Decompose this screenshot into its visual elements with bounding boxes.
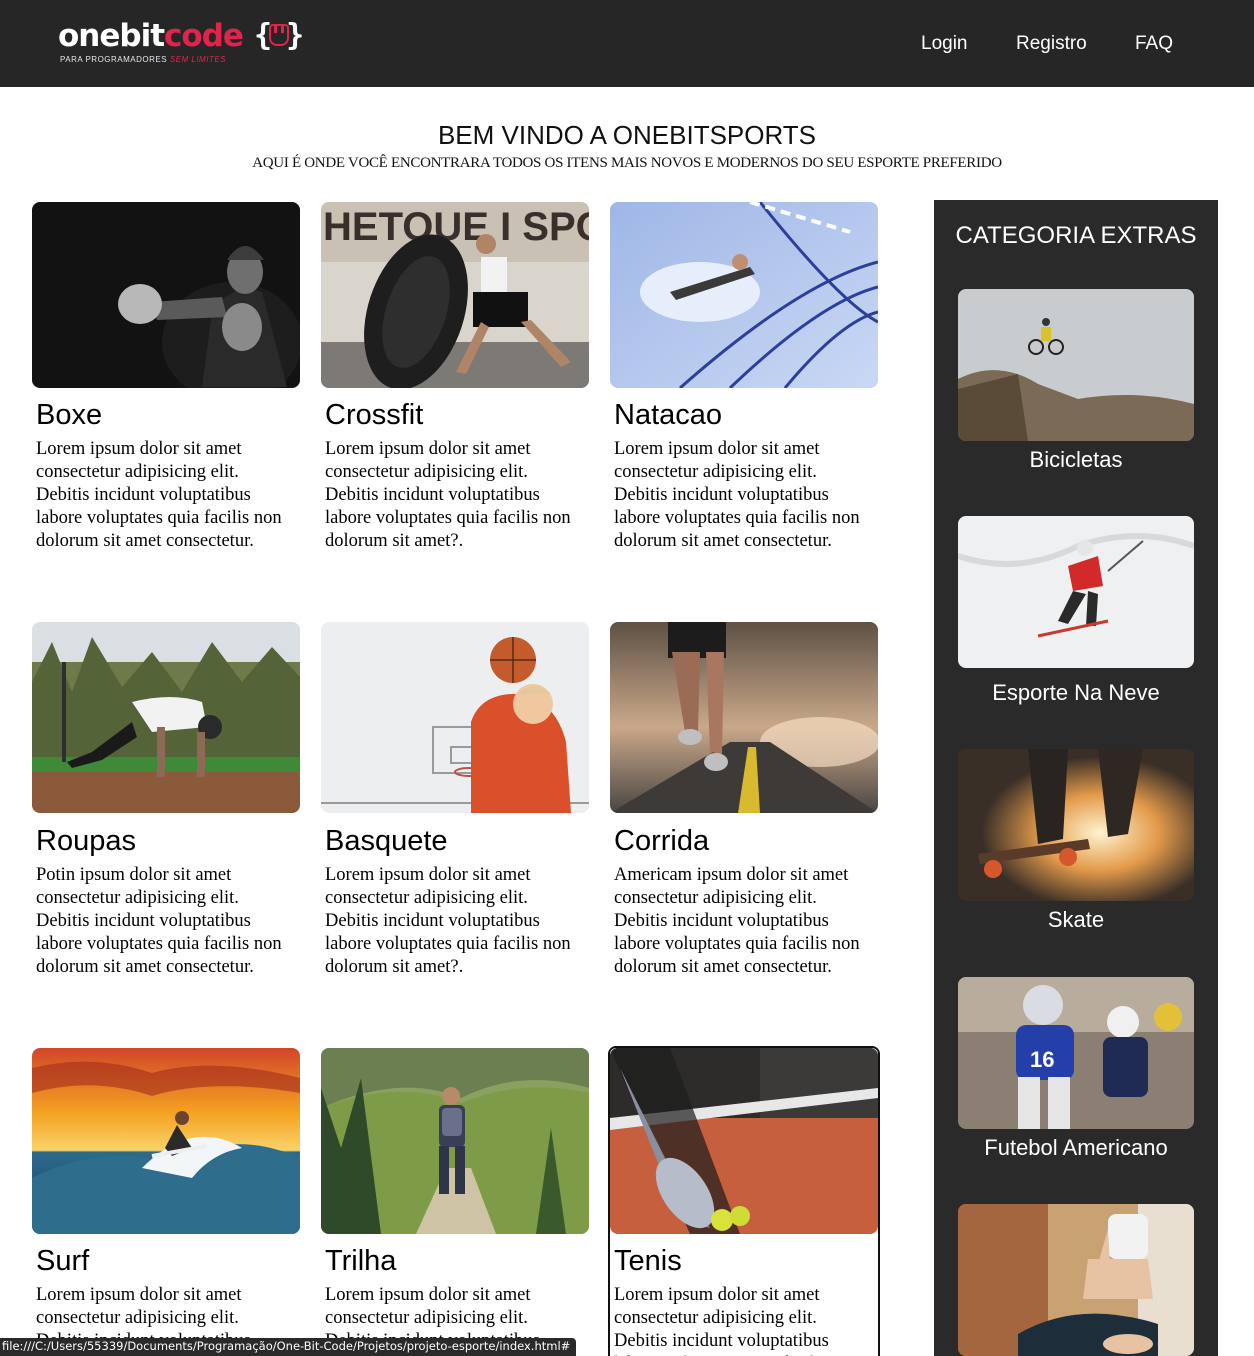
svg-text:HETOUE I SPOT: HETOUE I SPOT (323, 205, 589, 249)
sidebar-item-label: Bicicletas (1029, 447, 1123, 472)
sport-card-trilha[interactable]: Trilha Lorem ipsum dolor sit amet consec… (321, 1048, 589, 1356)
main-nav: Login Registro FAQ (0, 33, 1254, 57)
card-title: Crossfit (325, 399, 424, 431)
yoga-image[interactable] (958, 1204, 1194, 1356)
card-text: Potin ipsum dolor sit amet consectetur a… (36, 865, 282, 977)
sidebar-item-label: Futebol Americano (984, 1135, 1168, 1160)
card-text: Lorem ipsum dolor sit amet consectetur a… (36, 439, 282, 551)
card-title: Basquete (325, 825, 448, 857)
card-title: Tenis (614, 1245, 682, 1277)
skate-image[interactable] (958, 749, 1194, 901)
sport-card-surf[interactable]: Surf Lorem ipsum dolor sit amet consecte… (32, 1048, 300, 1356)
sport-card-corrida[interactable]: Corrida Americam ipsum dolor sit amet co… (610, 622, 878, 1028)
card-title: Corrida (614, 825, 710, 857)
tenis-image[interactable] (610, 1048, 878, 1234)
sport-card-boxe[interactable]: Boxe Lorem ipsum dolor sit amet consecte… (32, 202, 300, 602)
surf-image[interactable] (32, 1048, 300, 1234)
extra-categories-sidebar: CATEGORIA EXTRAS Bicicletas Esporte Na N… (934, 200, 1218, 1356)
roupas-image[interactable] (32, 622, 300, 813)
sidebar-item-skate[interactable]: Skate (958, 749, 1194, 939)
card-title: Trilha (325, 1245, 397, 1277)
sidebar-item-futebol-americano[interactable]: 16 Futebol Americano (958, 977, 1194, 1167)
sport-card-tenis[interactable]: Tenis Lorem ipsum dolor sit amet consect… (608, 1046, 880, 1356)
sport-card-natacao[interactable]: Natacao Lorem ipsum dolor sit amet conse… (610, 202, 878, 602)
sport-card-roupas[interactable]: Roupas Potin ipsum dolor sit amet consec… (32, 622, 300, 1028)
card-title: Roupas (36, 825, 136, 857)
natacao-image[interactable] (610, 202, 878, 388)
corrida-image[interactable] (610, 622, 878, 813)
nav-login-link[interactable]: Login (921, 33, 968, 55)
sport-card-basquete[interactable]: Basquete Lorem ipsum dolor sit amet cons… (321, 622, 589, 1028)
esporte-na-neve-image[interactable] (958, 516, 1194, 668)
nav-faq-link[interactable]: FAQ (1135, 33, 1173, 55)
futebol-americano-image[interactable]: 16 (958, 977, 1194, 1129)
card-title: Surf (36, 1245, 90, 1277)
sidebar-item-label: Esporte Na Neve (992, 680, 1160, 705)
sidebar-item-label: Skate (1047, 907, 1105, 932)
bicicletas-image[interactable] (958, 289, 1194, 441)
sidebar-title: CATEGORIA EXTRAS (955, 222, 1197, 249)
sidebar-item-yoga[interactable] (958, 1204, 1194, 1356)
card-text: Americam ipsum dolor sit amet consectetu… (614, 865, 860, 977)
sidebar-item-esporte-na-neve[interactable]: Esporte Na Neve (958, 516, 1194, 706)
crossfit-image[interactable]: HETOUE I SPOT (321, 202, 589, 388)
boxe-image[interactable] (32, 202, 300, 388)
card-text: Lorem ipsum dolor sit amet consectetur a… (614, 439, 860, 551)
card-text: Lorem ipsum dolor sit amet consectetur a… (325, 865, 571, 977)
header-bar: onebitcode {} PARA PROGRAMADORES SEM LIM… (0, 0, 1254, 87)
page-subtitle: AQUI É ONDE VOCÊ ENCONTRARA TODOS OS ITE… (252, 155, 1002, 171)
card-title: Boxe (36, 399, 103, 431)
nav-registro-link[interactable]: Registro (1016, 33, 1087, 55)
svg-text:16: 16 (1030, 1047, 1054, 1072)
sidebar-item-bicicletas[interactable]: Bicicletas (958, 289, 1194, 479)
card-text: Lorem ipsum dolor sit amet consectetur a… (325, 439, 571, 551)
sport-card-crossfit[interactable]: HETOUE I SPOT Crossfit Lorem ipsum dolor… (321, 202, 589, 602)
status-bar-url: file:///C:/Users/55339/Documents/Program… (0, 1338, 577, 1356)
trilha-image[interactable] (321, 1048, 589, 1234)
card-title: Natacao (614, 399, 723, 431)
basquete-image[interactable] (321, 622, 589, 813)
card-text: Lorem ipsum dolor sit amet consectetur a… (614, 1285, 860, 1356)
page-title: BEM VINDO A ONEBITSPORTS (437, 120, 817, 150)
